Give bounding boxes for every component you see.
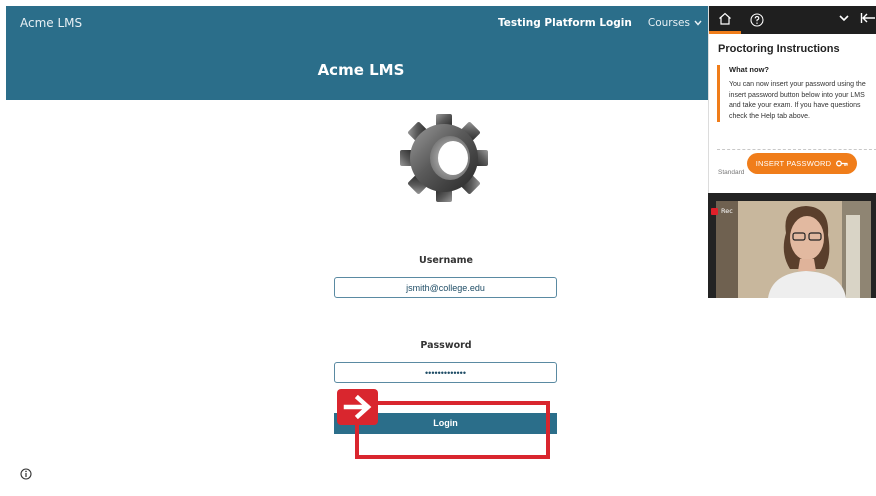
gear-logo: [400, 114, 488, 202]
webcam-image: [708, 193, 876, 298]
panel-controls: [838, 12, 876, 24]
instruction-note: What now? You can now insert your passwo…: [717, 65, 875, 122]
note-body: You can now insert your password using t…: [729, 81, 866, 120]
login-highlight-box: [355, 401, 550, 459]
username-input[interactable]: [334, 277, 557, 298]
arrow-right-icon: [337, 389, 378, 425]
nav-courses-label: Courses: [647, 17, 690, 29]
hero-banner: Acme LMS: [6, 40, 716, 100]
rec-dot-icon: [711, 207, 718, 215]
proctor-panel: Proctoring Instructions What now? You ca…: [708, 6, 876, 193]
home-icon: [719, 12, 731, 25]
chevron-down-icon: [694, 20, 702, 26]
chevron-down-icon[interactable]: [838, 12, 850, 24]
nav-testing-platform-login[interactable]: Testing Platform Login: [498, 17, 632, 29]
insert-password-button[interactable]: INSERT PASSWORD: [747, 153, 857, 174]
nav-links: Testing Platform Login Courses: [498, 17, 716, 29]
tab-home[interactable]: [709, 6, 741, 34]
nav-courses[interactable]: Courses: [648, 17, 702, 29]
tab-help[interactable]: [741, 6, 773, 34]
brand-name[interactable]: Acme LMS: [20, 16, 82, 30]
note-title: What now?: [729, 65, 769, 74]
proctor-toolbar: [709, 6, 876, 34]
rec-label: Rec: [721, 207, 733, 215]
recording-indicator: Rec: [711, 207, 733, 215]
page-title: Acme LMS: [317, 61, 405, 79]
password-label: Password: [420, 340, 472, 351]
username-label: Username: [418, 255, 473, 266]
collapse-left-icon[interactable]: [860, 12, 876, 24]
proctor-heading: Proctoring Instructions: [718, 43, 840, 55]
top-navbar: Acme LMS Testing Platform Login Courses: [6, 6, 716, 40]
insert-password-label: INSERT PASSWORD: [755, 159, 832, 168]
help-icon: [750, 13, 764, 27]
standard-label: Standard: [718, 169, 745, 176]
divider: [717, 149, 876, 150]
webcam-feed: Rec: [708, 193, 876, 298]
password-input[interactable]: [334, 362, 557, 383]
info-icon[interactable]: [20, 468, 32, 480]
key-icon: [836, 160, 848, 167]
